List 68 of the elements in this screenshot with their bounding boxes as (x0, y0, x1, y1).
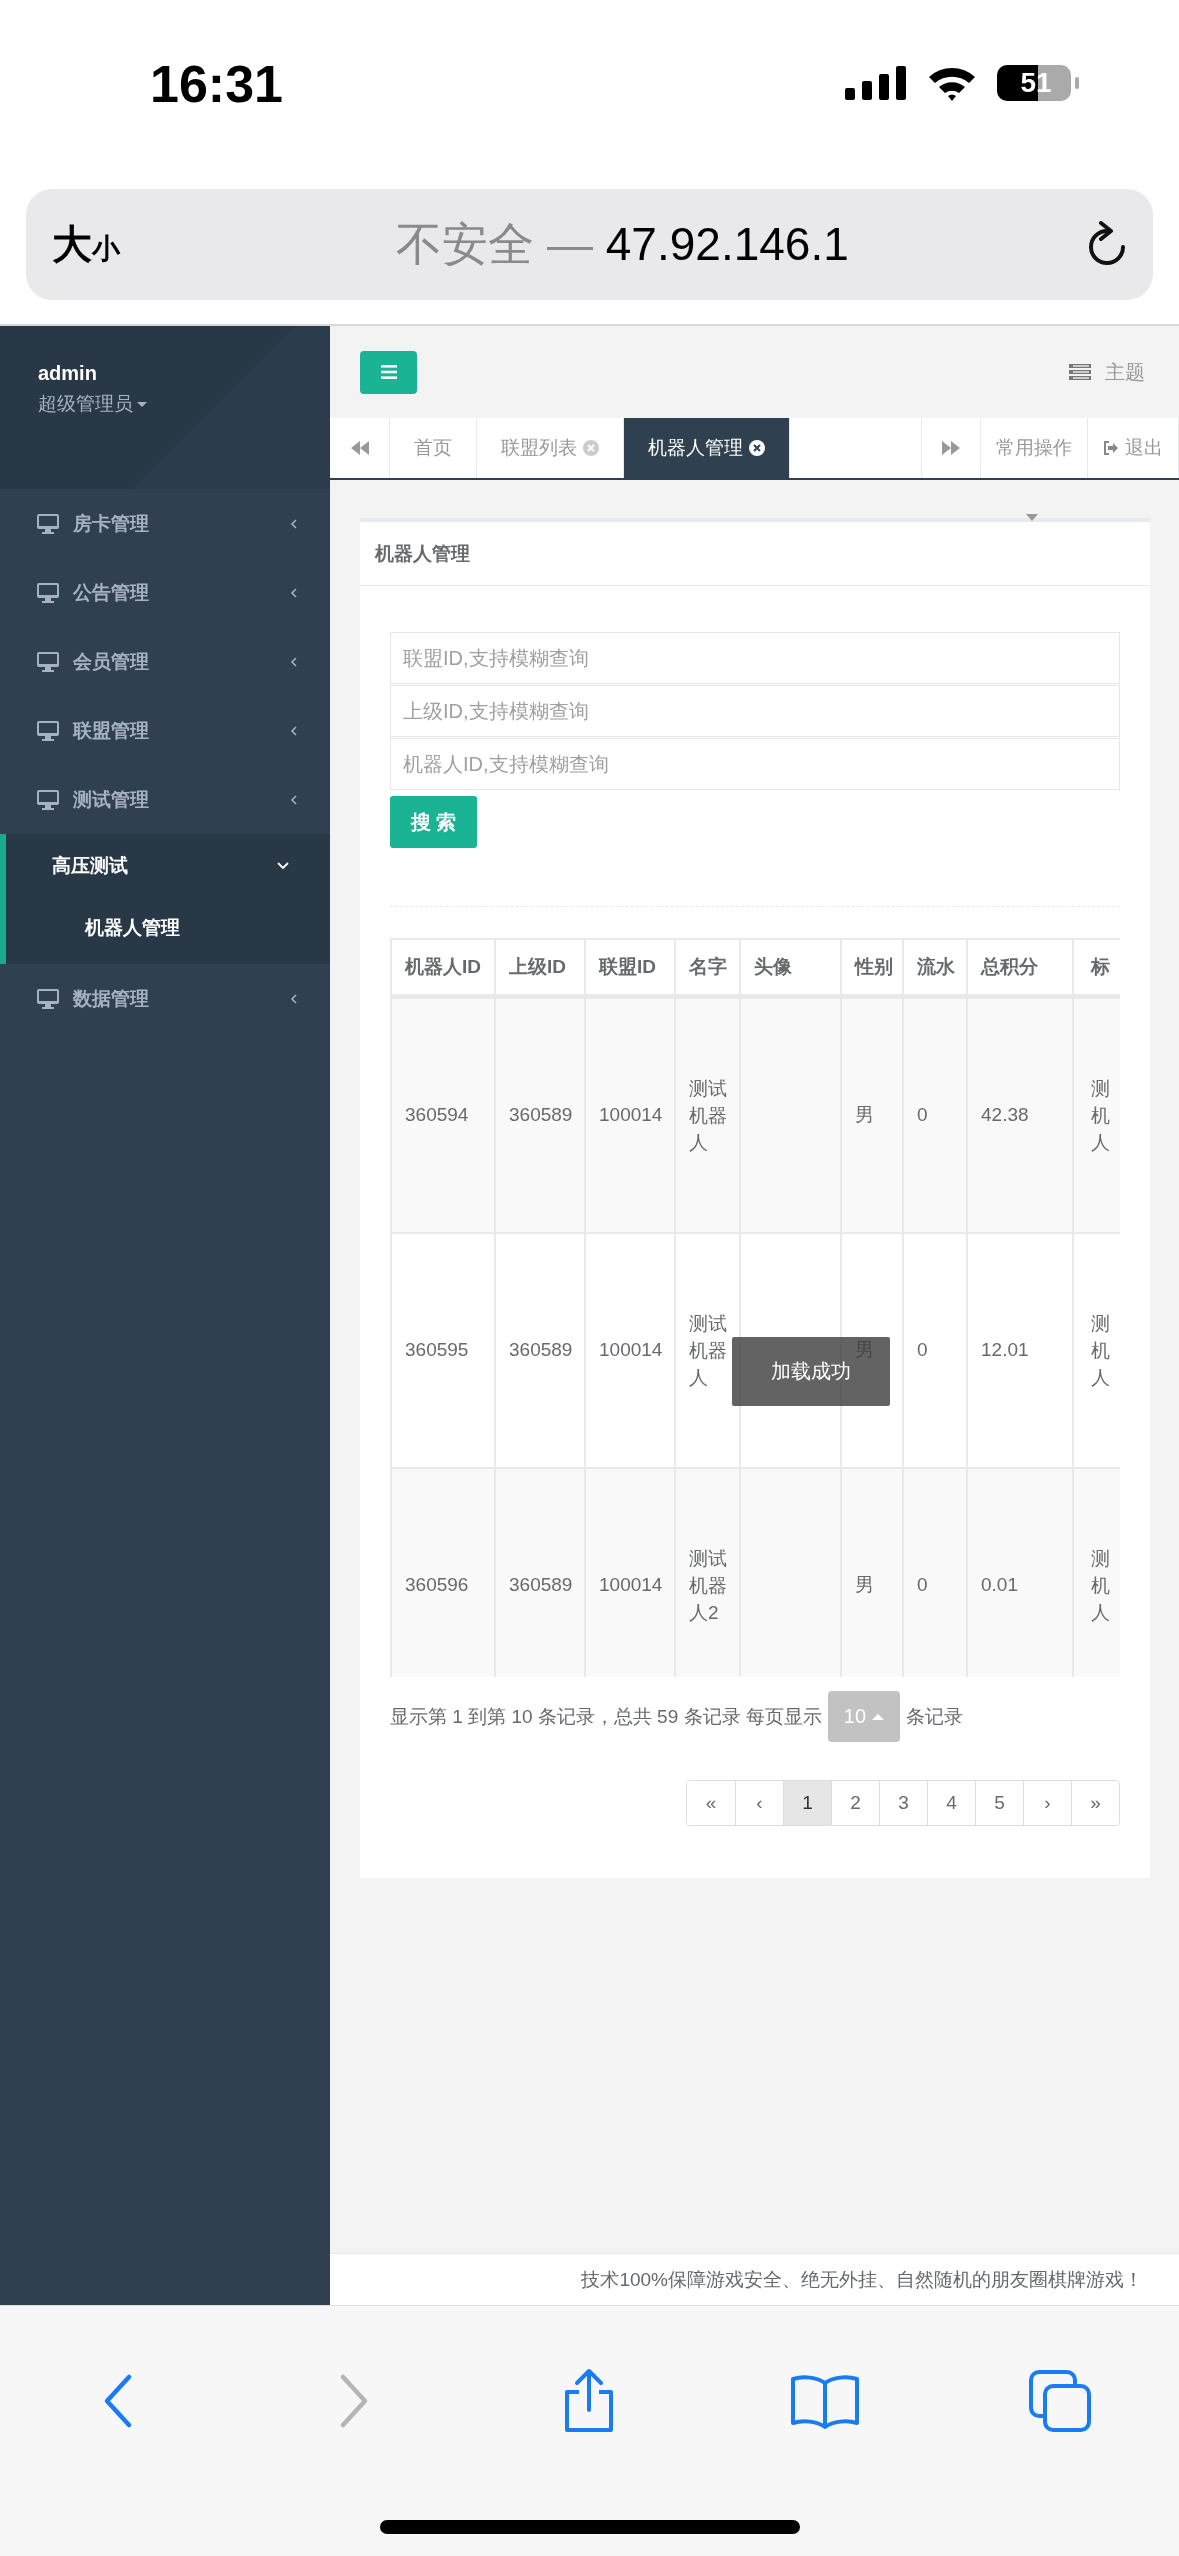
security-label: 不安全 — (396, 217, 593, 270)
fast-forward-icon (942, 441, 960, 455)
monitor-icon (37, 651, 59, 672)
table-cell-text: 测机人 (1091, 1311, 1110, 1390)
menu-button[interactable] (360, 350, 417, 394)
input-field[interactable]: 上级ID,支持模糊查询 (390, 685, 1120, 737)
url-text: 47.92.146.1 (605, 217, 849, 270)
table-cell: 0 (917, 1574, 928, 1595)
book-icon[interactable] (789, 2373, 862, 2429)
sign-out-icon (1103, 441, 1119, 455)
records-summary: 显示第 1 到第 10 条记录，总共 59 条记录 每页显示 (390, 1704, 822, 1729)
wifi-icon (927, 65, 977, 101)
sidebar-item[interactable]: 房卡管理 (0, 489, 330, 558)
table-cell: 0.01 (981, 1574, 1018, 1595)
footer-text: 技术100%保障游戏安全、绝无外挂、自然随机的朋友圈棋牌游戏！ (581, 2267, 1143, 2292)
records-suffix: 条记录 (906, 1704, 964, 1729)
sidebar-item[interactable]: 会员管理 (0, 627, 330, 696)
input-field[interactable]: 机器人ID,支持模糊查询 (390, 738, 1120, 790)
caret-icon (1026, 514, 1038, 521)
page-link[interactable]: 1 (783, 1781, 831, 1825)
tabs-icon[interactable] (1029, 2370, 1094, 2432)
monitor-icon (37, 582, 59, 603)
monitor-icon (37, 988, 59, 1009)
table-cell: 100014 (599, 1104, 663, 1125)
sidebar-item[interactable]: 公告管理 (0, 558, 330, 627)
input-field[interactable]: 联盟ID,支持模糊查询 (390, 632, 1120, 684)
page-tab[interactable]: 机器人管理 (624, 418, 790, 478)
table-cell-text: 测试机器人 (689, 1076, 728, 1155)
scroll-right-button[interactable] (921, 418, 981, 478)
user-role-dropdown[interactable]: 超级管理员 (38, 391, 330, 417)
table-cell: 男 (855, 1104, 874, 1125)
page-link[interactable]: » (1071, 1781, 1119, 1825)
menu-icon (380, 365, 397, 379)
rewind-icon (350, 441, 369, 455)
sidebar-item[interactable]: 数据管理 (0, 964, 330, 1033)
table-cell: 100014 (599, 1339, 663, 1360)
table-cell: 360596 (405, 1574, 469, 1595)
user-name: admin (38, 362, 98, 385)
close-icon[interactable] (749, 440, 765, 456)
table-cell: 100014 (599, 1574, 663, 1595)
table-cell: 0 (917, 1339, 928, 1360)
table-cell: 12.01 (981, 1339, 1029, 1360)
status-time: 16:31 (150, 54, 283, 114)
table-cell-text: 测试机器人 (689, 1311, 728, 1390)
back-icon[interactable] (102, 2373, 133, 2429)
table-cell: 360589 (509, 1104, 573, 1125)
table-cell-text: 测机人 (1091, 1546, 1110, 1625)
table-cell: 360595 (405, 1339, 469, 1360)
table-cell-text: 测机人 (1091, 1076, 1110, 1155)
sidebar-item[interactable]: 联盟管理 (0, 696, 330, 765)
sidebar-subitem[interactable]: 机器人管理 (6, 898, 330, 958)
card-title: 机器人管理 (360, 522, 1150, 586)
monitor-icon (37, 513, 59, 534)
table-cell: 0 (917, 1104, 928, 1125)
address-bar[interactable]: 大小 不安全 — 47.92.146.1 (26, 189, 1153, 300)
table-cell: 360594 (405, 1104, 469, 1125)
monitor-icon (37, 720, 59, 741)
monitor-icon (37, 789, 59, 810)
list-icon (1069, 364, 1091, 380)
sidebar-subitem[interactable]: 高压测试 (6, 834, 330, 898)
table-cell-text: 测试机器人2 (689, 1546, 728, 1625)
sidebar-item[interactable]: 测试管理 (0, 765, 330, 834)
signal-icon (845, 66, 907, 100)
table-cell: 360589 (509, 1339, 573, 1360)
text-size-button[interactable]: 大小 (52, 217, 120, 272)
table-cell: 360589 (509, 1574, 573, 1595)
table-cell: 男 (855, 1574, 874, 1595)
table-cell: 42.38 (981, 1104, 1029, 1125)
